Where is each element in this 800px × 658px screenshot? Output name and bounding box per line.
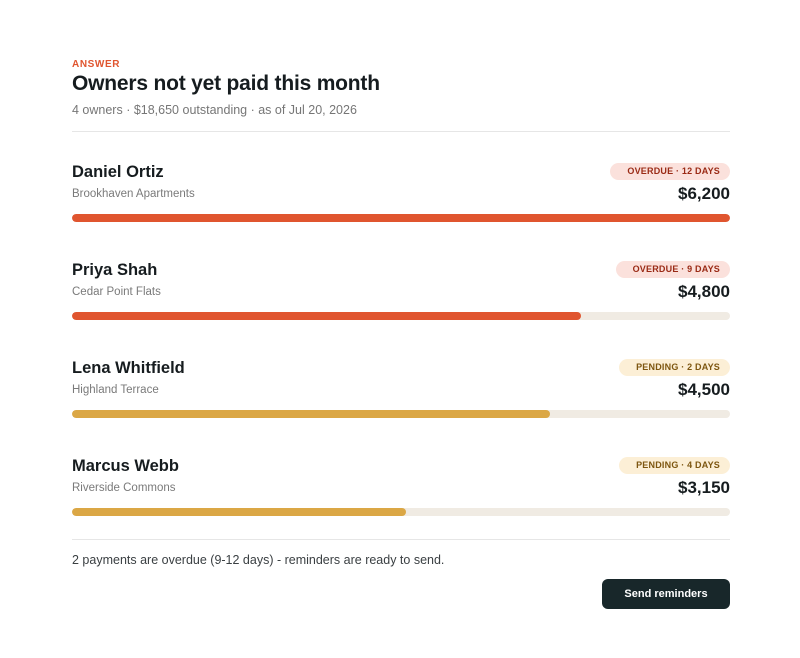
amount-due: $4,800 <box>678 282 730 301</box>
amount-bar-fill <box>72 410 550 418</box>
amount-bar-fill <box>72 214 730 222</box>
owner-row[interactable]: Priya Shah Cedar Point Flats OVERDUE · 9… <box>72 261 730 331</box>
status-badge: PENDING · 2 DAYS <box>619 359 730 376</box>
owner-name: Priya Shah <box>72 261 158 279</box>
amount-bar-track <box>72 508 730 516</box>
amount-bar-track <box>72 214 730 222</box>
amount-bar-fill <box>72 508 407 516</box>
answer-eyebrow: ANSWER <box>72 59 121 70</box>
page-title: Owners not yet paid this month <box>72 72 380 95</box>
status-badge: OVERDUE · 12 DAYS <box>610 163 730 180</box>
property-name: Highland Terrace <box>72 384 159 396</box>
property-name: Riverside Commons <box>72 482 176 494</box>
header-divider <box>72 131 730 132</box>
amount-due: $3,150 <box>678 478 730 497</box>
amount-bar-fill <box>72 312 582 320</box>
footer-divider <box>72 539 730 540</box>
property-name: Cedar Point Flats <box>72 286 161 298</box>
property-name: Brookhaven Apartments <box>72 188 195 200</box>
owner-row[interactable]: Daniel Ortiz Brookhaven Apartments OVERD… <box>72 163 730 233</box>
amount-bar-track <box>72 410 730 418</box>
owner-name: Marcus Webb <box>72 457 179 475</box>
overdue-note: 2 payments are overdue (9-12 days) - rem… <box>72 553 445 567</box>
status-badge: PENDING · 4 DAYS <box>619 457 730 474</box>
owner-name: Daniel Ortiz <box>72 163 164 181</box>
status-badge: OVERDUE · 9 DAYS <box>615 261 730 278</box>
amount-due: $6,200 <box>678 184 730 203</box>
amount-bar-track <box>72 312 730 320</box>
send-reminders-button[interactable]: Send reminders <box>602 579 730 609</box>
owner-name: Lena Whitfield <box>72 359 185 377</box>
owner-row[interactable]: Lena Whitfield Highland Terrace PENDING … <box>72 359 730 429</box>
summary-subtitle: 4 owners · $18,650 outstanding · as of J… <box>72 103 357 117</box>
amount-due: $4,500 <box>678 380 730 399</box>
owner-row[interactable]: Marcus Webb Riverside Commons PENDING · … <box>72 457 730 527</box>
